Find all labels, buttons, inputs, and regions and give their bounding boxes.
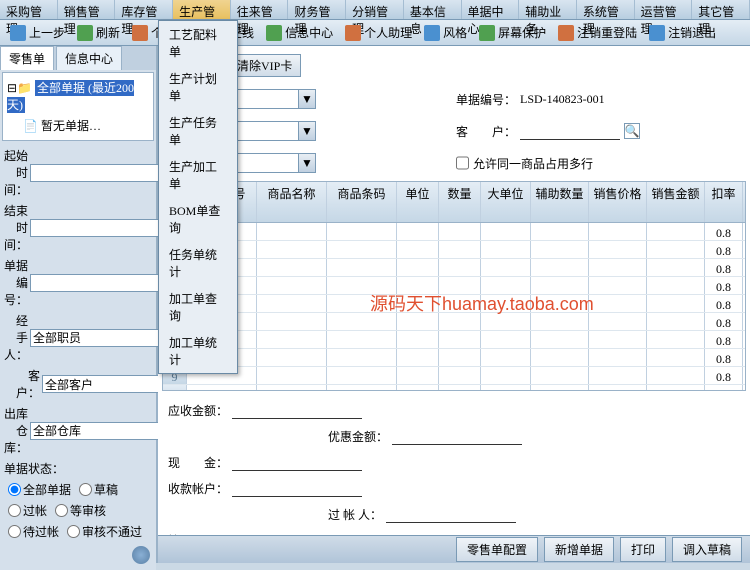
tree-empty: 暂无单据… — [41, 119, 101, 133]
dropdown-item-5[interactable]: 任务单统计 — [159, 241, 237, 285]
dropdown-item-0[interactable]: 工艺配料单 — [159, 21, 237, 65]
tool-1[interactable]: 刷新 — [71, 24, 126, 41]
footer-btn-3[interactable]: 调入草稿 — [672, 537, 742, 562]
menu-4[interactable]: 往来管理 — [231, 0, 289, 19]
status-radio-3[interactable]: 等审核 — [55, 502, 106, 519]
menu-12[interactable]: 其它管理 — [692, 0, 750, 19]
col-header-9[interactable]: 销售金额 — [647, 182, 705, 222]
items-grid: 序号商品编号商品名称商品条码单位数量大单位辅助数量销售价格销售金额扣率 10.8… — [162, 181, 746, 391]
col-header-7[interactable]: 辅助数量 — [531, 182, 589, 222]
dropdown-item-1[interactable]: 生产计划单 — [159, 65, 237, 109]
table-row[interactable]: 70.8 — [163, 331, 745, 349]
footer-btn-0[interactable]: 零售单配置 — [456, 537, 538, 562]
status-radio-2[interactable]: 过帐 — [8, 502, 47, 519]
multi-row-checkbox[interactable] — [456, 154, 469, 172]
discount-input[interactable] — [392, 427, 522, 445]
col-header-4[interactable]: 单位 — [397, 182, 439, 222]
col-header-2[interactable]: 商品名称 — [257, 182, 327, 222]
tool-7[interactable]: 屏幕保护 — [473, 24, 552, 41]
search-icon[interactable]: 🔍 — [624, 123, 640, 139]
col-header-10[interactable]: 扣率 — [705, 182, 743, 222]
dropdown-icon[interactable]: ▼ — [298, 121, 316, 141]
col-header-8[interactable]: 销售价格 — [589, 182, 647, 222]
tool-6[interactable]: 风格 — [418, 24, 473, 41]
menu-8[interactable]: 单据中心 — [462, 0, 520, 19]
tool-0[interactable]: 上一步 — [4, 24, 71, 41]
cash-input[interactable] — [232, 453, 362, 471]
table-row[interactable]: 40.8 — [163, 277, 745, 295]
col-header-5[interactable]: 数量 — [439, 182, 481, 222]
production-dropdown: 工艺配料单生产计划单生产任务单生产加工单BOM单查询任务单统计加工单查询加工单统… — [158, 20, 238, 374]
tool-8[interactable]: 注销重登陆 — [552, 24, 643, 41]
menu-2[interactable]: 库存管理 — [115, 0, 173, 19]
tool-5[interactable]: 个人助理 — [339, 24, 418, 41]
table-row[interactable]: 60.8 — [163, 313, 745, 331]
dropdown-item-3[interactable]: 生产加工单 — [159, 153, 237, 197]
menu-9[interactable]: 辅助业务 — [519, 0, 577, 19]
menu-1[interactable]: 销售管理 — [58, 0, 116, 19]
menu-0[interactable]: 采购管理 — [0, 0, 58, 19]
table-row[interactable]: 100.8 — [163, 385, 745, 391]
tree-root[interactable]: 全部单据 (最近200天) — [7, 80, 134, 113]
status-radio-1[interactable]: 草稿 — [79, 481, 118, 498]
status-radio-5[interactable]: 审核不通过 — [67, 523, 142, 540]
customer-field[interactable] — [520, 122, 620, 140]
account-input[interactable] — [232, 479, 362, 497]
dropdown-icon[interactable]: ▼ — [298, 89, 316, 109]
menu-7[interactable]: 基本信息 — [404, 0, 462, 19]
tab-retail[interactable]: 零售单 — [0, 46, 54, 70]
page-button[interactable] — [132, 546, 150, 564]
dropdown-item-2[interactable]: 生产任务单 — [159, 109, 237, 153]
dropdown-item-6[interactable]: 加工单查询 — [159, 285, 237, 329]
doc-tree[interactable]: ⊟📁 全部单据 (最近200天) 📄 暂无单据… — [2, 72, 154, 141]
postedby-input[interactable] — [386, 505, 516, 523]
doc-number: LSD-140823-001 — [520, 92, 605, 107]
menu-5[interactable]: 财务管理 — [288, 0, 346, 19]
tab-msgcenter[interactable]: 信息中心 — [56, 46, 122, 70]
status-radio-4[interactable]: 待过帐 — [8, 523, 59, 540]
footer-btn-2[interactable]: 打印 — [620, 537, 666, 562]
menu-11[interactable]: 运营管理 — [635, 0, 693, 19]
dropdown-item-7[interactable]: 加工单统计 — [159, 329, 237, 373]
dropdown-item-4[interactable]: BOM单查询 — [159, 197, 237, 241]
table-row[interactable]: 20.8 — [163, 241, 745, 259]
tool-4[interactable]: 信息中心 — [260, 24, 339, 41]
menu-3[interactable]: 生产管理 — [173, 0, 231, 19]
table-row[interactable]: 80.8 — [163, 349, 745, 367]
table-row[interactable]: 10.8 — [163, 223, 745, 241]
menu-10[interactable]: 系统管理 — [577, 0, 635, 19]
tool-9[interactable]: 注销退出 — [643, 24, 722, 41]
clear-vip-button[interactable]: 清除VIP卡 — [228, 54, 301, 77]
table-row[interactable]: 30.8 — [163, 259, 745, 277]
col-header-3[interactable]: 商品条码 — [327, 182, 397, 222]
table-row[interactable]: 90.8 — [163, 367, 745, 385]
table-row[interactable]: 50.8 — [163, 295, 745, 313]
menu-6[interactable]: 分销管理 — [346, 0, 404, 19]
footer-btn-1[interactable]: 新增单据 — [544, 537, 614, 562]
receivable-input[interactable] — [232, 401, 362, 419]
status-radio-0[interactable]: 全部单据 — [8, 481, 71, 498]
col-header-6[interactable]: 大单位 — [481, 182, 531, 222]
dropdown-icon[interactable]: ▼ — [298, 153, 316, 173]
